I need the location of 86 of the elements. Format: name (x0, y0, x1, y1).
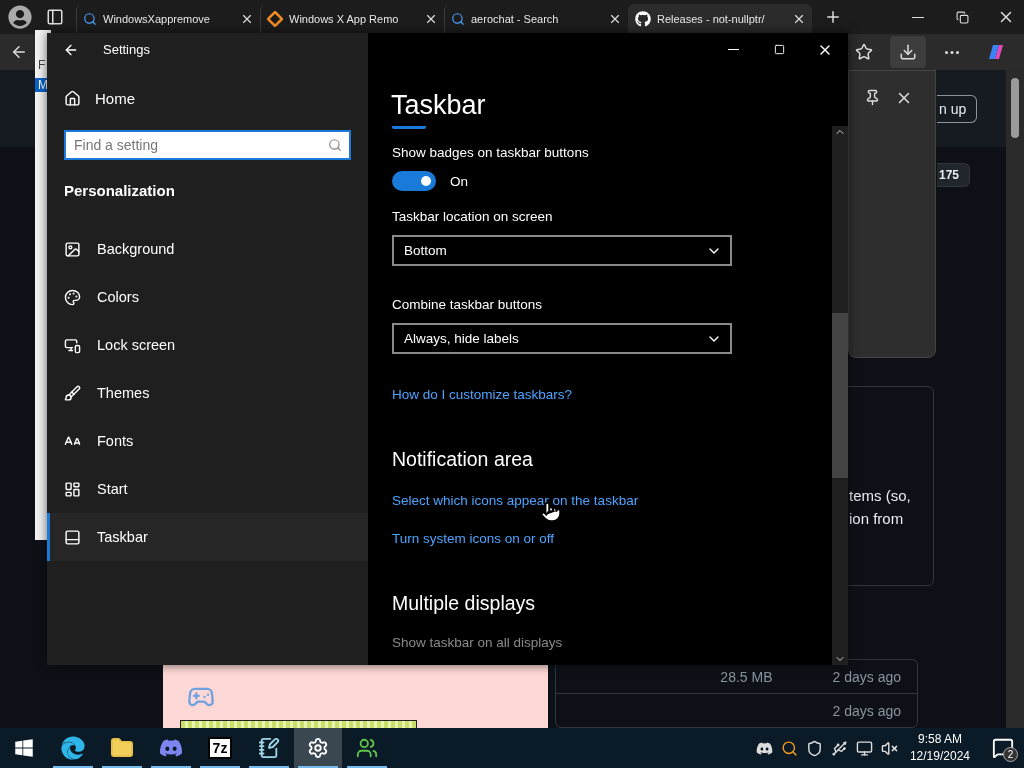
palette-icon (64, 288, 81, 306)
search-field[interactable]: Find a setting (64, 130, 351, 160)
people-icon (356, 737, 378, 759)
browser-tab[interactable]: Releases - not-nullptr/ (628, 4, 812, 34)
link[interactable]: How do I customize taskbars? (392, 385, 573, 405)
usb-icon (830, 739, 848, 757)
nav-item[interactable]: Background (47, 225, 368, 273)
tab-title: aerochat - Search (471, 13, 559, 25)
download-icon (899, 43, 917, 61)
pin-icon (864, 89, 881, 106)
link[interactable]: Turn system icons on or off (392, 529, 555, 549)
page-title: Taskbar (390, 90, 487, 122)
archiver-icon: 7z (207, 737, 233, 759)
clock-time: 9:58 AM (917, 731, 962, 748)
close-icon (792, 12, 806, 26)
tiles-icon (64, 480, 81, 498)
window-text: F (37, 58, 47, 72)
nav-item[interactable]: Taskbar (47, 513, 368, 561)
notification-count: 2 (1003, 747, 1018, 762)
toggle-switch[interactable] (392, 171, 436, 191)
body-text: ion from (849, 510, 905, 527)
network-icon (855, 739, 873, 757)
close-icon (424, 12, 438, 26)
maximize-icon (773, 44, 785, 55)
image-icon (64, 240, 81, 258)
search-icon (83, 12, 97, 26)
folder-icon (110, 736, 134, 760)
taskbar-app[interactable] (294, 728, 342, 768)
link[interactable]: Select which icons appear on the taskbar (392, 491, 639, 511)
shield-icon (805, 739, 823, 757)
home-icon (64, 89, 81, 107)
mute-icon (880, 739, 898, 757)
file-size: 28.5 MB (720, 668, 773, 685)
nav-item[interactable]: Start (47, 465, 368, 513)
close-icon (240, 12, 254, 26)
monitor-icon (64, 336, 81, 354)
gear-icon (307, 737, 329, 759)
nav-item[interactable]: Themes (47, 369, 368, 417)
section-heading: Multiple displays (392, 591, 536, 616)
section-title: Personalization (63, 182, 176, 199)
tab-title: Windows X App Remo (289, 13, 399, 25)
toggle-edge (392, 126, 426, 129)
minimize-icon (727, 49, 739, 50)
setting-label: Combine taskbar buttons (392, 296, 543, 314)
scroll-thumb[interactable] (832, 313, 848, 478)
scroll-thumb[interactable] (1011, 78, 1019, 138)
back-icon (10, 43, 28, 61)
file-date: 2 days ago (832, 668, 901, 685)
sign-up-button[interactable]: n up (937, 95, 978, 123)
body-text: tems (so, (849, 487, 912, 504)
taskbar-app[interactable]: 7z (196, 728, 244, 768)
setting-label: Taskbar location on screen (392, 208, 553, 226)
restore-icon (955, 10, 969, 24)
file-date: 2 days ago (832, 702, 901, 719)
minimize-icon (912, 16, 924, 18)
notebook-icon (258, 737, 280, 759)
count-badge: 175 (937, 163, 971, 187)
tab-actions-icon (46, 8, 64, 26)
dropdown[interactable]: Bottom (392, 235, 732, 266)
edge-icon (61, 736, 85, 760)
setting-label: Show taskbar on all displays (392, 634, 563, 652)
nav-item[interactable]: Colors (47, 273, 368, 321)
avatar-icon (8, 5, 32, 29)
new-tab-icon (824, 8, 842, 26)
toggle-state: On (450, 173, 468, 189)
start-icon (14, 738, 34, 758)
taskbar-icon (64, 528, 81, 546)
favorites-icon (855, 43, 873, 61)
search-icon (328, 138, 342, 152)
setting-label: Show badges on taskbar buttons (392, 144, 589, 162)
window-title: Settings (103, 42, 150, 57)
dropdown[interactable]: Always, hide labels (392, 323, 732, 354)
diamond-icon (267, 11, 283, 27)
magnifier-icon (780, 739, 798, 757)
more-icon (945, 50, 959, 54)
nav-item[interactable]: Fonts (47, 417, 368, 465)
nav-item[interactable]: Lock screen (47, 321, 368, 369)
search-icon (451, 12, 465, 26)
github-icon (635, 11, 651, 27)
close-icon (608, 12, 622, 26)
brush-icon (64, 384, 81, 402)
tab-title: WindowsXappremove (103, 13, 210, 25)
notification-button[interactable]: 2 (988, 733, 1018, 763)
section-heading: Notification area (392, 447, 533, 472)
tab-title: Releases - not-nullptr/ (657, 13, 765, 25)
clock-date: 12/19/2024 (909, 748, 970, 765)
